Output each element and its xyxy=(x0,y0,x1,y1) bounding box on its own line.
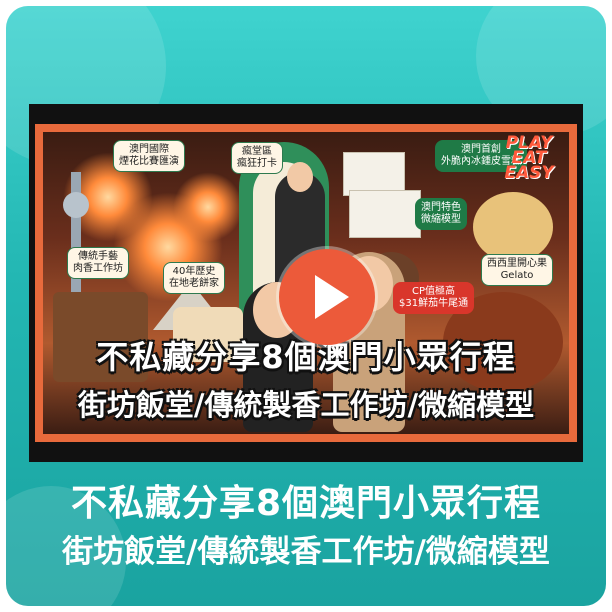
person-face xyxy=(287,162,313,192)
tag-oxtail: CP值極高 $31鮮茄牛尾通 xyxy=(393,282,475,314)
video-subtitle: 街坊飯堂/傳統製香工作坊/微縮模型 xyxy=(62,534,550,570)
tag-miniature: 澳門特色 微縮模型 xyxy=(415,198,467,230)
video-thumbnail[interactable]: 澳門國際 煙花比賽匯演 瘋堂區 瘋狂打卡 澳門首創 外脆內冰鍾皮雪糕 澳門特色 … xyxy=(29,104,583,462)
mooncake-graphic xyxy=(473,192,553,262)
tag-gelato: 西西里開心果 Gelato xyxy=(481,254,553,286)
ticket-graphic xyxy=(349,190,421,238)
play-button[interactable] xyxy=(279,249,375,345)
tag-fireworks: 澳門國際 煙花比賽匯演 xyxy=(113,140,185,172)
tag-lazaro: 瘋堂區 瘋狂打卡 xyxy=(231,142,283,174)
video-card[interactable]: 澳門國際 煙花比賽匯演 瘋堂區 瘋狂打卡 澳門首創 外脆內冰鍾皮雪糕 澳門特色 … xyxy=(6,6,606,606)
tag-bakery: 40年歷史 在地老餅家 xyxy=(163,262,225,294)
macau-tower-top xyxy=(63,192,89,218)
tag-incense: 傳統手藝 肉香工作坊 xyxy=(67,247,129,279)
brand-logo: PLAY EAT EASY xyxy=(504,133,554,183)
thumbnail-subheadline: 街坊飯堂/傳統製香工作坊/微縮模型 xyxy=(77,388,535,422)
play-icon xyxy=(315,275,349,319)
video-title[interactable]: 不私藏分享8個澳門小眾行程 xyxy=(6,474,606,526)
firework-graphic xyxy=(173,172,243,242)
